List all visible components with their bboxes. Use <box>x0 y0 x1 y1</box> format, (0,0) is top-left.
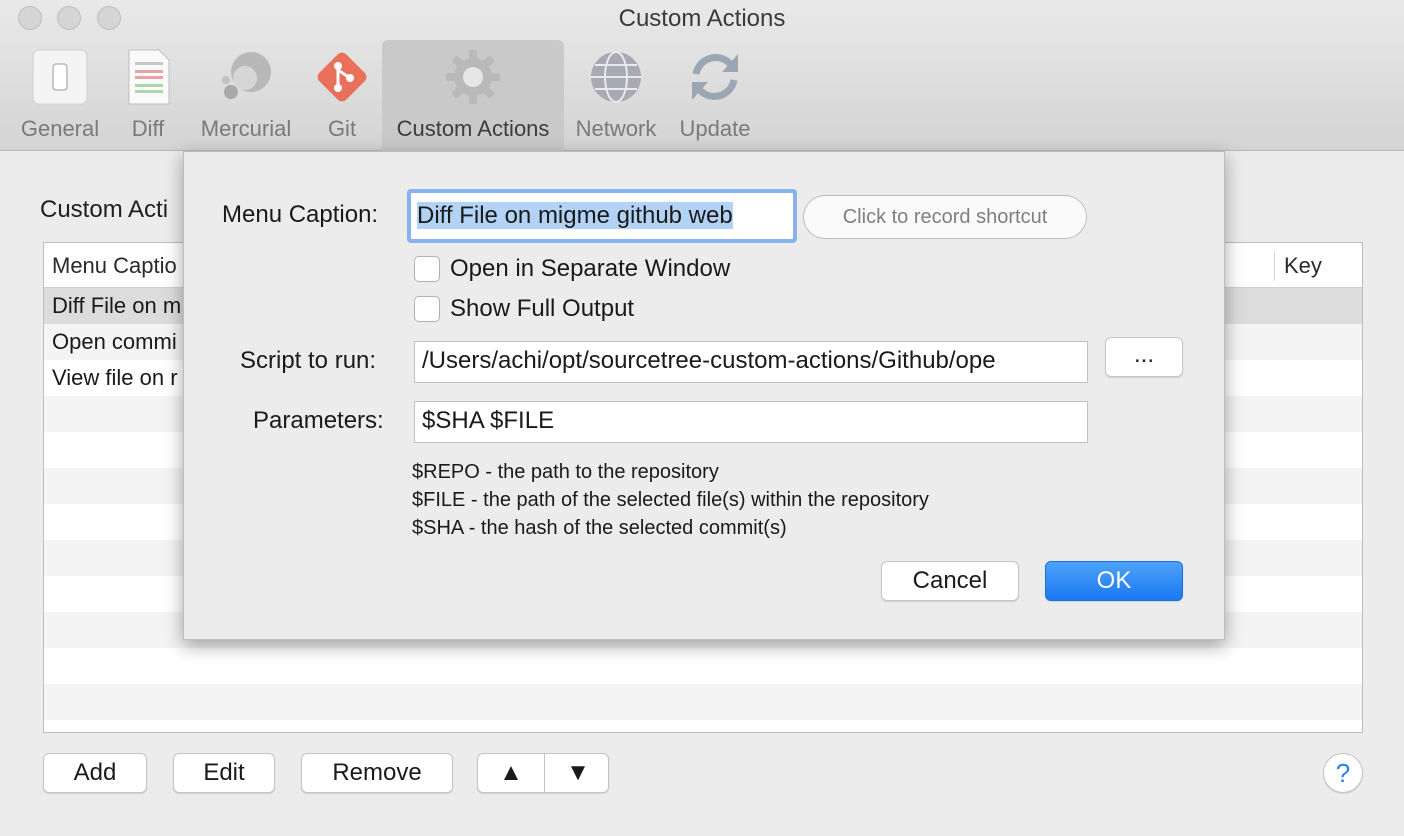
menu-caption-value: Diff File on migme github web <box>417 202 733 229</box>
section-title: Custom Acti <box>40 196 169 223</box>
git-icon <box>317 52 367 102</box>
help-text-sha: $SHA - the hash of the selected commit(s… <box>412 517 787 539</box>
tab-git[interactable]: Git <box>306 40 378 151</box>
reorder-segmented-control: ▲ ▼ <box>477 753 609 793</box>
help-text-file: $FILE - the path of the selected file(s)… <box>412 489 929 511</box>
tab-label: General <box>20 116 100 141</box>
tab-label: Update <box>679 116 751 141</box>
tab-update[interactable]: Update <box>672 40 758 151</box>
mercurial-icon <box>222 52 271 99</box>
tab-diff[interactable]: Diff <box>114 40 182 151</box>
remove-button[interactable]: Remove <box>301 753 453 793</box>
tab-custom-actions[interactable]: Custom Actions <box>382 40 564 151</box>
refresh-icon <box>692 54 738 100</box>
column-key[interactable]: Key <box>1284 253 1322 279</box>
table-row-empty <box>44 684 1362 720</box>
open-separate-window-label[interactable]: Open in Separate Window <box>450 255 730 283</box>
globe-icon <box>591 51 641 103</box>
script-to-run-label: Script to run: <box>240 347 377 374</box>
tab-label: Diff <box>131 116 165 141</box>
tab-mercurial[interactable]: Mercurial <box>190 40 302 151</box>
preferences-toolbar: Custom Actions General Diff Mercurial Gi… <box>0 0 1404 151</box>
record-shortcut-button[interactable]: Click to record shortcut <box>803 195 1087 239</box>
edit-button[interactable]: Edit <box>173 753 275 793</box>
tab-general[interactable]: General <box>14 40 106 151</box>
menu-caption-label: Menu Caption: <box>222 201 379 228</box>
switch-icon <box>32 49 88 105</box>
parameters-label: Parameters: <box>253 407 384 434</box>
cancel-button[interactable]: Cancel <box>881 561 1019 601</box>
help-button[interactable]: ? <box>1323 753 1363 793</box>
column-menu-caption[interactable]: Menu Captio <box>52 253 177 279</box>
add-button[interactable]: Add <box>43 753 147 793</box>
tab-label: Mercurial <box>200 116 292 141</box>
ok-button[interactable]: OK <box>1045 561 1183 601</box>
tab-label: Custom Actions <box>396 116 550 141</box>
table-row-empty <box>44 648 1362 684</box>
menu-caption-field[interactable]: Diff File on migme github web <box>407 189 797 243</box>
edit-custom-action-sheet: Menu Caption: Diff File on migme github … <box>183 151 1225 640</box>
tab-label: Network <box>575 116 657 141</box>
move-up-button[interactable]: ▲ <box>478 754 544 792</box>
open-separate-window-checkbox[interactable] <box>414 256 440 282</box>
parameters-field[interactable]: $SHA $FILE <box>414 401 1088 443</box>
show-full-output-checkbox[interactable] <box>414 296 440 322</box>
help-text-repo: $REPO - the path to the repository <box>412 461 719 483</box>
show-full-output-label[interactable]: Show Full Output <box>450 295 634 323</box>
diff-document-icon <box>128 49 170 105</box>
column-divider <box>1274 251 1275 281</box>
script-path-field[interactable]: /Users/achi/opt/sourcetree-custom-action… <box>414 341 1088 383</box>
window-title: Custom Actions <box>618 5 786 32</box>
tab-network[interactable]: Network <box>568 40 664 151</box>
gear-icon <box>446 50 500 104</box>
move-down-button[interactable]: ▼ <box>545 754 611 792</box>
tab-label: Git <box>327 116 357 141</box>
browse-script-button[interactable]: ... <box>1105 337 1183 377</box>
